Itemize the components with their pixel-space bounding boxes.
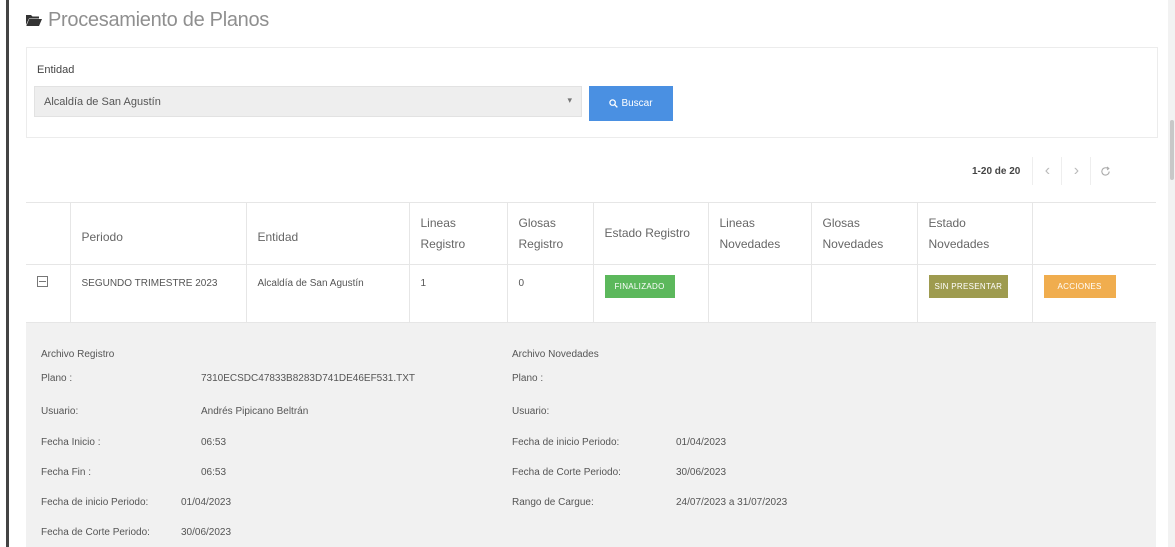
novedades-fecha-corte-periodo-value: 30/06/2023 <box>676 467 727 478</box>
column-header-glosas-novedades[interactable]: Glosas Novedades <box>811 202 918 265</box>
cell-estado-registro: FINALIZADO <box>593 264 709 323</box>
table-header-row: Periodo Entidad Lineas Registro Glosas R… <box>26 202 1156 265</box>
entity-label: Entidad <box>37 64 75 76</box>
registro-usuario-label: Usuario: <box>41 406 79 417</box>
column-header-lineas-novedades[interactable]: Lineas Novedades <box>708 202 812 265</box>
expand-cell[interactable] <box>26 264 71 323</box>
novedades-fecha-corte-periodo-label: Fecha de Corte Periodo: <box>512 467 621 478</box>
registro-fecha-inicio-periodo-value: 01/04/2023 <box>181 497 232 508</box>
registro-usuario-value: Andrés Pipicano Beltrán <box>201 406 309 417</box>
left-border <box>0 0 9 547</box>
cell-entidad: Alcaldía de San Agustín <box>246 264 410 323</box>
cell-lineas-registro: 1 <box>409 264 508 323</box>
novedades-usuario-label: Usuario: <box>512 406 550 417</box>
pagination-count: 1-20 de 20 <box>972 165 1021 177</box>
actions-button[interactable]: Acciones <box>1043 275 1116 298</box>
novedades-rango-label: Rango de Cargue: <box>512 497 594 508</box>
novedades-fecha-inicio-periodo-label: Fecha de inicio Periodo: <box>512 437 620 448</box>
table-row[interactable]: SEGUNDO TRIMESTRE 2023 Alcaldía de San A… <box>26 264 1156 323</box>
search-button[interactable]: Buscar <box>589 86 673 121</box>
column-header-lineas-registro[interactable]: Lineas Registro <box>409 202 508 265</box>
cell-glosas-novedades <box>811 264 918 323</box>
registro-fecha-inicio-label: Fecha Inicio : <box>41 437 101 448</box>
status-badge-finalizado: FINALIZADO <box>604 275 675 298</box>
chevron-down-icon: ▾ <box>567 95 572 105</box>
registro-fecha-inicio-periodo-label: Fecha de inicio Periodo: <box>41 497 149 508</box>
registro-fecha-fin-value: 06:53 <box>201 467 227 478</box>
chevron-right-icon[interactable]: › <box>1061 157 1090 185</box>
folder-open-icon <box>26 15 42 26</box>
registro-plano-value: 7310ECSDC47833B8283D741DE46EF531.TXT <box>201 373 416 384</box>
column-header-actions <box>1032 202 1156 265</box>
registro-title: Archivo Registro <box>41 349 115 360</box>
column-header-estado-novedades[interactable]: Estado Novedades <box>917 202 1033 265</box>
chevron-left-icon[interactable]: ‹ <box>1032 157 1061 185</box>
filter-panel: Entidad Alcaldía de San Agustín ▾ Buscar <box>26 47 1158 138</box>
page-title: Procesamiento de Planos <box>48 8 270 31</box>
registro-fecha-corte-periodo-value: 30/06/2023 <box>181 527 232 538</box>
collapse-icon[interactable] <box>37 276 48 287</box>
cell-periodo: SEGUNDO TRIMESTRE 2023 <box>70 264 247 323</box>
registro-fecha-inicio-value: 06:53 <box>201 437 227 448</box>
search-icon <box>609 99 619 108</box>
vertical-scrollbar[interactable] <box>1168 0 1175 547</box>
column-header-glosas-registro[interactable]: Glosas Registro <box>507 202 594 265</box>
entity-select-value: Alcaldía de San Agustín <box>44 96 161 108</box>
registro-fecha-fin-label: Fecha Fin : <box>41 467 92 478</box>
page-header: Procesamiento de Planos <box>26 8 269 32</box>
planos-table: Periodo Entidad Lineas Registro Glosas R… <box>26 202 1156 323</box>
column-header-entidad[interactable]: Entidad <box>246 202 410 265</box>
novedades-fecha-inicio-periodo-value: 01/04/2023 <box>676 437 727 448</box>
registro-fecha-corte-periodo-label: Fecha de Corte Periodo: <box>41 527 150 538</box>
refresh-icon[interactable] <box>1090 157 1119 185</box>
row-detail-panel: Archivo Registro Plano : 7310ECSDC47833B… <box>26 323 1156 547</box>
cell-actions: Acciones <box>1032 264 1156 323</box>
cell-lineas-novedades <box>708 264 812 323</box>
status-badge-sin-presentar: SIN PRESENTAR <box>928 275 1009 298</box>
cell-estado-novedades: SIN PRESENTAR <box>917 264 1033 323</box>
column-header-estado-registro[interactable]: Estado Registro <box>593 202 709 265</box>
search-button-label: Buscar <box>621 98 653 109</box>
column-header-expand <box>26 202 71 265</box>
entity-select[interactable]: Alcaldía de San Agustín ▾ <box>34 86 582 117</box>
cell-glosas-registro: 0 <box>507 264 594 323</box>
novedades-title: Archivo Novedades <box>512 349 599 360</box>
registro-plano-label: Plano : <box>41 373 73 384</box>
novedades-plano-label: Plano : <box>512 373 544 384</box>
column-header-periodo[interactable]: Periodo <box>70 202 247 265</box>
pagination: 1-20 de 20 ‹ › <box>972 154 1119 188</box>
scrollbar-thumb[interactable] <box>1170 120 1174 180</box>
novedades-rango-value: 24/07/2023 a 31/07/2023 <box>676 497 788 508</box>
